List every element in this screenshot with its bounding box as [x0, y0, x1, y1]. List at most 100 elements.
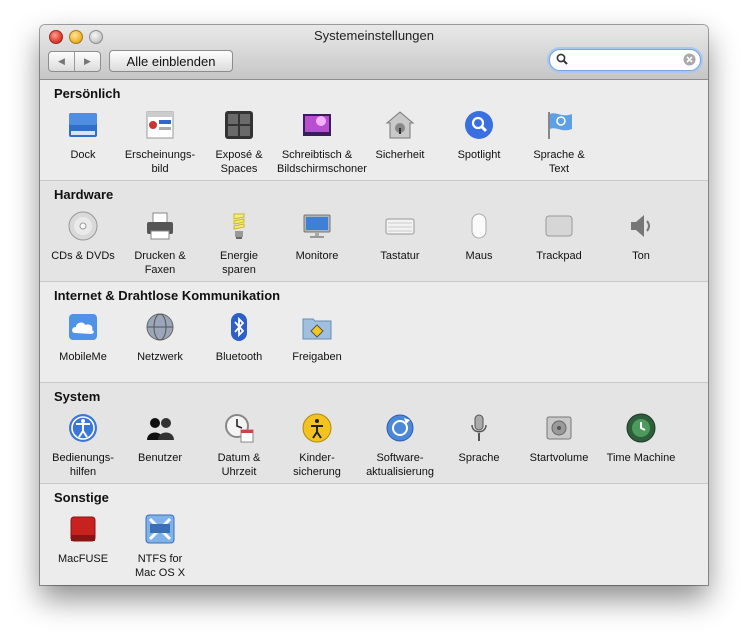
pref-pane-label: Energie sparen — [199, 249, 279, 277]
pref-pane-label: Spotlight — [439, 148, 519, 162]
pref-pane-appearance[interactable]: Erscheinungs-bild — [120, 109, 200, 176]
pref-pane-label: Sprache — [439, 451, 519, 465]
microphone-icon — [471, 414, 487, 441]
section-system: System Bedienungs-hilfen Benutzer Datum & U… — [40, 383, 708, 484]
pref-pane-security[interactable]: Sicherheit — [360, 109, 440, 162]
cd-dvd-icon — [68, 211, 98, 241]
speaker-icon — [631, 215, 650, 237]
sharing-folder-icon — [302, 318, 332, 340]
search-field[interactable] — [549, 49, 701, 71]
pref-pane-microphone[interactable]: Sprache — [439, 412, 519, 465]
pref-pane-label-line: Startvolume — [529, 452, 589, 464]
section-title: Sonstige — [54, 490, 109, 505]
pref-pane-trackpad[interactable]: Trackpad — [519, 210, 599, 263]
pref-pane-label-line: Bildschirmschoner — [277, 163, 367, 175]
pref-pane-bluetooth[interactable]: Bluetooth — [199, 311, 279, 364]
pref-pane-energy-bulb[interactable]: Energie sparen — [199, 210, 279, 277]
pref-pane-startup-disk[interactable]: Startvolume — [519, 412, 599, 465]
pref-pane-label: Tastatur — [360, 249, 440, 263]
pref-pane-software-update[interactable]: Software-aktualisierung — [360, 412, 440, 479]
security-icon — [385, 111, 415, 139]
parental-controls-icon — [302, 413, 332, 443]
pref-pane-label: MacFUSE — [43, 552, 123, 566]
pref-pane-spotlight[interactable]: Spotlight — [439, 109, 519, 162]
pref-pane-label: Schreibtisch & Bildschirmschoner — [277, 148, 367, 176]
pref-pane-printer[interactable]: Drucken & Faxen — [120, 210, 200, 277]
show-all-button[interactable]: Alle einblenden — [109, 50, 233, 72]
software-update-icon — [386, 414, 414, 442]
pref-pane-label: Startvolume — [519, 451, 599, 465]
pref-pane-label: Bluetooth — [199, 350, 279, 364]
pref-pane-label: Maus — [439, 249, 519, 263]
pref-pane-macfuse[interactable]: MacFUSE — [43, 513, 123, 566]
pref-pane-dock[interactable]: Dock — [43, 109, 123, 162]
pref-pane-label-line: Spotlight — [457, 149, 501, 161]
pref-pane-label: NTFS for Mac OS X — [120, 552, 200, 580]
pref-pane-label-line: NTFS for — [137, 553, 183, 565]
pref-pane-date-time[interactable]: Datum & Uhrzeit — [199, 412, 279, 479]
pref-pane-label-line: Energie — [220, 250, 258, 262]
pref-pane-language-text[interactable]: Sprache & Text — [519, 109, 599, 176]
display-icon — [303, 214, 331, 238]
keyboard-icon — [385, 218, 415, 235]
pref-pane-label-line: Exposé & — [215, 149, 263, 161]
pref-pane-label-line: Sprache & — [533, 149, 585, 161]
ntfs-icon — [145, 514, 175, 544]
pref-pane-keyboard[interactable]: Tastatur — [360, 210, 440, 263]
section-title: Internet & Drahtlose Kommunikation — [54, 288, 281, 303]
pref-pane-label-line: CDs & DVDs — [51, 250, 115, 262]
search-icon — [556, 53, 568, 65]
pref-pane-label-line: MacFUSE — [57, 553, 109, 565]
pref-pane-label-line: Monitore — [295, 250, 339, 262]
pref-pane-label-line: Schreibtisch & — [281, 149, 353, 161]
pref-pane-label: Trackpad — [519, 249, 599, 263]
pref-pane-label: Time Machine — [601, 451, 681, 465]
pref-pane-label: Exposé & Spaces — [199, 148, 279, 176]
pref-pane-desktop-screensaver[interactable]: Schreibtisch & Bildschirmschoner — [277, 109, 367, 176]
clear-search-icon[interactable] — [683, 53, 696, 66]
pref-pane-cd-dvd[interactable]: CDs & DVDs — [43, 210, 123, 263]
pref-pane-label-line: Benutzer — [137, 452, 183, 464]
pref-pane-label-line: Datum & — [217, 452, 261, 464]
pref-pane-label-line: aktualisierung — [366, 466, 434, 478]
pref-pane-ntfs[interactable]: NTFS for Mac OS X — [120, 513, 200, 580]
pref-pane-expose-spaces[interactable]: Exposé & Spaces — [199, 109, 279, 176]
pref-pane-label: Software-aktualisierung — [360, 451, 440, 479]
section-title: Hardware — [54, 187, 114, 202]
network-globe-icon — [146, 313, 174, 341]
forward-button[interactable]: ▶ — [74, 52, 100, 71]
pref-pane-label-line: Text — [548, 163, 570, 175]
pref-pane-sharing-folder[interactable]: Freigaben — [277, 311, 357, 364]
desktop-screensaver-icon — [303, 114, 331, 136]
search-input[interactable] — [572, 52, 680, 67]
dock-icon — [69, 113, 97, 137]
section-title: Persönlich — [54, 86, 121, 101]
pref-pane-label: Freigaben — [277, 350, 357, 364]
pref-pane-label-line: Tastatur — [380, 250, 420, 262]
pref-pane-label: Sicherheit — [360, 148, 440, 162]
pref-pane-label-line: MobileMe — [59, 351, 107, 363]
pref-pane-time-machine[interactable]: Time Machine — [601, 412, 681, 465]
pref-pane-label-line: Erscheinungs- — [124, 149, 196, 161]
pref-pane-mouse[interactable]: Maus — [439, 210, 519, 263]
pref-pane-label-line: Bedienungs- — [52, 452, 114, 464]
pref-pane-display[interactable]: Monitore — [277, 210, 357, 263]
pref-pane-label: CDs & DVDs — [43, 249, 123, 263]
appearance-icon — [146, 111, 174, 139]
back-button[interactable]: ◀ — [49, 52, 74, 71]
pref-pane-label-line: Ton — [632, 250, 650, 262]
pref-pane-users[interactable]: Benutzer — [120, 412, 200, 465]
pref-pane-parental-controls[interactable]: Kinder-sicherung — [277, 412, 357, 479]
pref-pane-label: Dock — [43, 148, 123, 162]
pref-pane-speaker[interactable]: Ton — [601, 210, 681, 263]
trackpad-icon — [545, 215, 573, 237]
pref-pane-label-line: Time Machine — [606, 452, 676, 464]
pref-pane-network-globe[interactable]: Netzwerk — [120, 311, 200, 364]
pref-pane-label-line: Maus — [465, 250, 493, 262]
pref-pane-label: Kinder-sicherung — [277, 451, 357, 479]
pref-pane-accessibility[interactable]: Bedienungs-hilfen — [43, 412, 123, 479]
macfuse-icon — [70, 516, 96, 542]
pref-pane-label-line: Bluetooth — [215, 351, 263, 363]
pref-pane-mobileme-cloud[interactable]: MobileMe — [43, 311, 123, 364]
pref-pane-label: Sprache & Text — [519, 148, 599, 176]
